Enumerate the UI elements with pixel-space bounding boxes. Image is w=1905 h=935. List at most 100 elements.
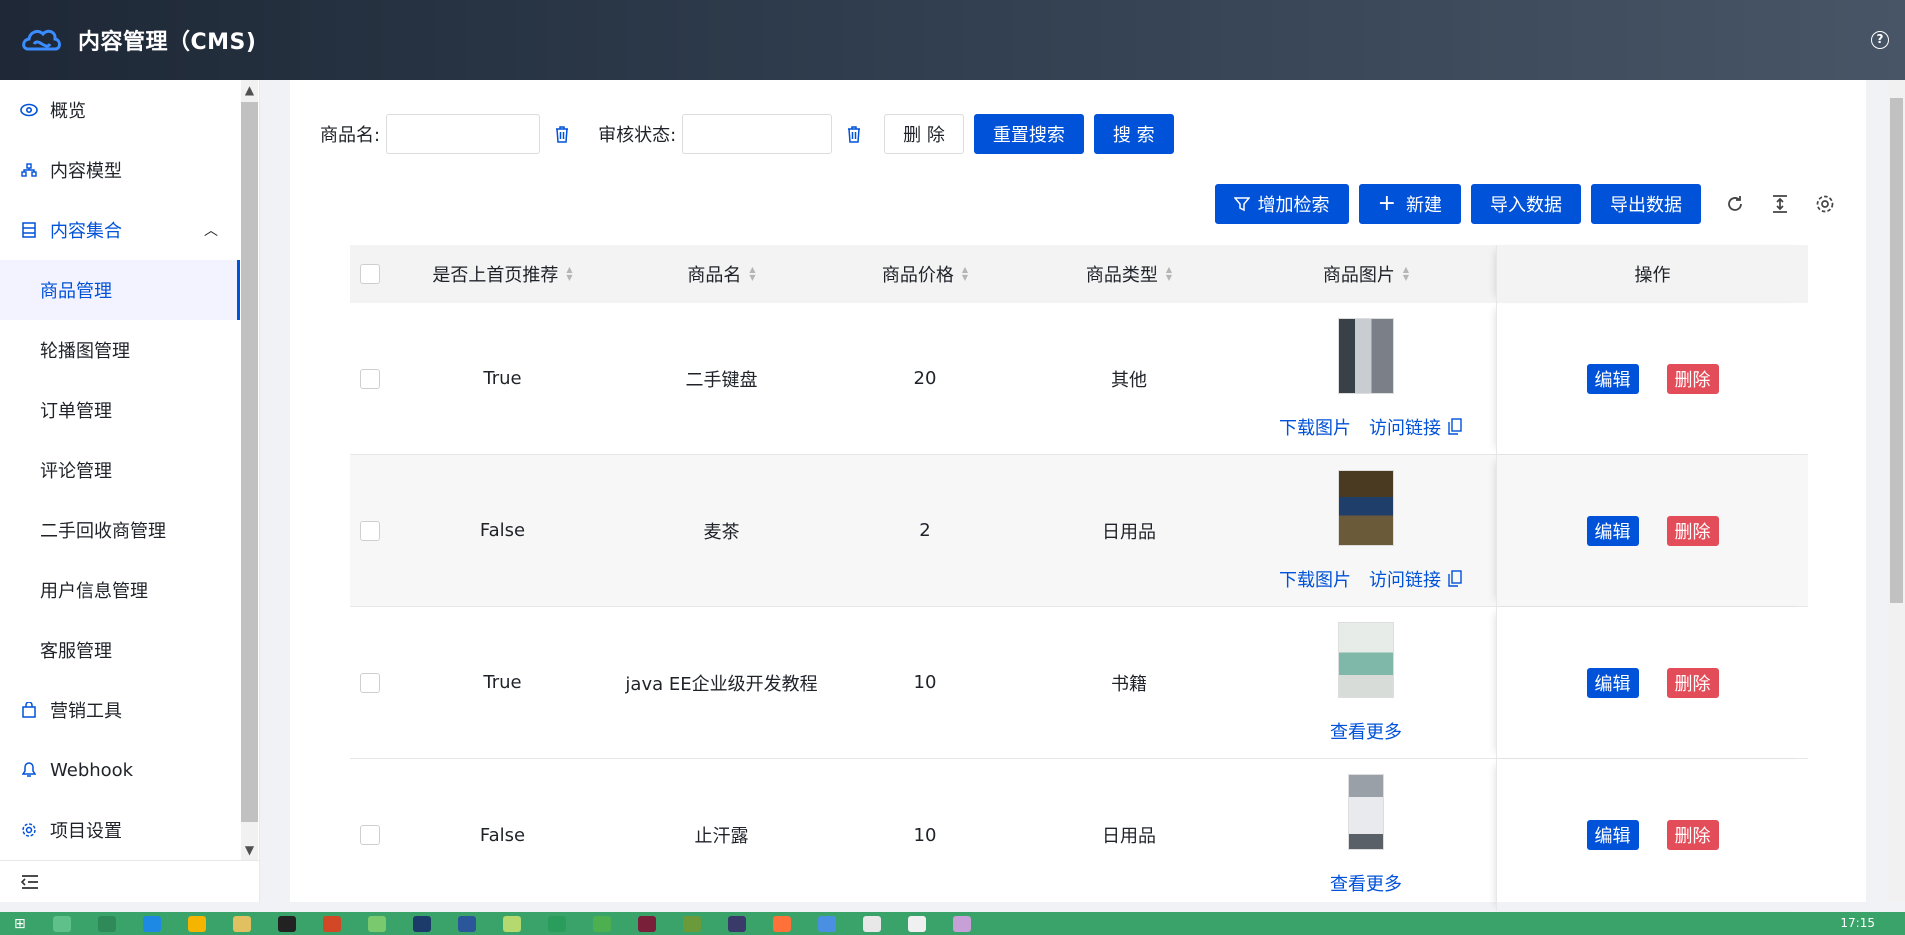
download-image-link[interactable]: 下载图片 [1279,566,1351,592]
edit-button[interactable]: 编辑 [1586,363,1639,394]
column-header-name[interactable]: 商品名 ▲ ▼ [615,261,828,287]
select-all-checkbox[interactable] [360,264,380,284]
edit-button[interactable]: 编辑 [1586,515,1639,546]
app-icon[interactable] [952,915,971,932]
view-more-link[interactable]: 查看更多 [1330,718,1402,744]
search-bar: 商品名: 审核状态: 删 除 重置搜索 搜 索 [320,114,1174,154]
product-thumbnail[interactable] [1348,774,1384,850]
column-header-recommend[interactable]: 是否上首页推荐 ▲ ▼ [390,261,615,287]
app-icon[interactable] [862,915,881,932]
product-name-input[interactable] [386,114,541,154]
sidebar-scrollbar[interactable]: ▲ ▼ [241,80,258,860]
folder-icon[interactable] [232,915,251,932]
edit-button[interactable]: 编辑 [1586,667,1639,698]
download-image-link[interactable]: 下载图片 [1279,414,1351,440]
edit-button[interactable]: 编辑 [1586,820,1639,850]
type-cell: 日用品 [1102,521,1156,543]
sidebar-item-marketing-tools[interactable]: 营销工具 [0,680,240,740]
row-checkbox[interactable] [360,672,380,693]
row-checkbox[interactable] [360,368,380,389]
column-header-image[interactable]: 商品图片 ▲ ▼ [1236,261,1496,287]
sidebar-item-content-collection[interactable]: 内容集合 ︿ [0,200,240,260]
sidebar-scrollbar-thumb[interactable] [241,102,258,822]
table-row: True 二手键盘 20 其他 下载图片 访问链接 编辑 删除 [350,303,1808,455]
sidebar-item-user-info-management[interactable]: 用户信息管理 [0,560,240,620]
row-height-icon[interactable] [1769,193,1791,215]
delete-button[interactable]: 删除 [1666,363,1719,394]
sidebar-item-recycler-management[interactable]: 二手回收商管理 [0,500,240,560]
review-status-input[interactable] [682,114,833,154]
intellij-icon[interactable] [637,915,656,932]
sidebar-item-banner-management[interactable]: 轮播图管理 [0,320,240,380]
delete-filter-button[interactable]: 删 除 [884,114,964,154]
app-icon[interactable] [502,915,521,932]
firefox-icon[interactable] [772,915,791,932]
visit-link[interactable]: 访问链接 [1369,566,1441,592]
column-header-type[interactable]: 商品类型 ▲ ▼ [1022,261,1236,287]
reset-search-button[interactable]: 重置搜索 [973,114,1084,154]
sort-icon[interactable]: ▲ ▼ [1403,266,1409,282]
app-icon[interactable] [187,915,206,932]
sidebar-collapse-toggle[interactable] [0,860,260,902]
price-cell: 10 [913,672,937,693]
import-data-button[interactable]: 导入数据 [1471,184,1581,224]
help-circle-icon[interactable]: ? [1871,31,1889,49]
trash-icon[interactable] [554,125,570,143]
sort-icon[interactable]: ▲ ▼ [962,266,968,282]
trash-icon[interactable] [846,125,862,143]
maps-icon[interactable] [547,915,566,932]
task-view-icon[interactable] [97,915,116,932]
windows-start-icon[interactable]: ⊞ [14,916,26,932]
add-filter-button[interactable]: 增加检索 [1214,184,1349,224]
delete-button[interactable]: 删除 [1666,515,1719,546]
qq-icon[interactable] [277,915,296,932]
wechat-icon[interactable] [592,915,611,932]
search-icon[interactable] [52,915,71,932]
app-icon[interactable] [682,915,701,932]
scroll-up-arrow-icon[interactable]: ▲ [241,80,258,100]
delete-button[interactable]: 删除 [1666,820,1719,850]
app-icon[interactable] [817,915,836,932]
row-checkbox[interactable] [360,825,380,845]
edge-browser-icon[interactable] [142,915,161,932]
visit-link[interactable]: 访问链接 [1369,414,1441,440]
typora-icon[interactable] [907,915,926,932]
sidebar-item-overview[interactable]: 概览 [0,80,240,140]
sidebar-item-product-management[interactable]: 商品管理 [0,260,240,320]
sort-icon[interactable]: ▲ ▼ [1166,266,1172,282]
clock[interactable]: 17:15 [1840,916,1875,930]
product-thumbnail[interactable] [1338,317,1394,394]
chevron-up-icon[interactable]: ︿ [204,220,218,240]
word-icon[interactable] [457,915,476,932]
sidebar-item-content-model[interactable]: 内容模型 [0,140,240,200]
page-scrollbar-thumb[interactable] [1890,98,1903,603]
photoshop-icon[interactable] [412,915,431,932]
sort-icon[interactable]: ▲ ▼ [566,266,572,282]
view-more-link[interactable]: 查看更多 [1330,870,1402,896]
product-thumbnail[interactable] [1338,469,1394,546]
sidebar-item-order-management[interactable]: 订单管理 [0,380,240,440]
sidebar-item-webhook[interactable]: Webhook [0,740,240,800]
delete-button[interactable]: 删除 [1666,667,1719,698]
column-header-price[interactable]: 商品价格 ▲ ▼ [828,261,1022,287]
row-checkbox[interactable] [360,520,380,541]
sort-icon[interactable]: ▲ ▼ [749,266,755,282]
app-icon[interactable] [367,915,386,932]
header-label: 商品名 [687,265,742,286]
copy-icon[interactable] [1448,570,1462,587]
product-thumbnail[interactable] [1338,621,1394,698]
refresh-icon[interactable] [1724,193,1746,215]
sidebar-item-comment-management[interactable]: 评论管理 [0,440,240,500]
export-data-button[interactable]: 导出数据 [1591,184,1701,224]
copy-icon[interactable] [1448,418,1462,435]
sidebar-item-project-settings[interactable]: 项目设置 [0,800,240,860]
new-button[interactable]: + 新建 [1358,184,1461,224]
search-button[interactable]: 搜 索 [1093,114,1174,154]
app-icon[interactable] [727,915,746,932]
scroll-down-arrow-icon[interactable]: ▼ [241,840,258,860]
app-header: 内容管理（CMS) ? [0,0,1905,80]
powerpoint-icon[interactable] [322,915,341,932]
settings-gear-icon[interactable] [1814,193,1836,215]
page-scrollbar[interactable] [1888,80,1905,902]
sidebar-item-customer-service[interactable]: 客服管理 [0,620,240,680]
